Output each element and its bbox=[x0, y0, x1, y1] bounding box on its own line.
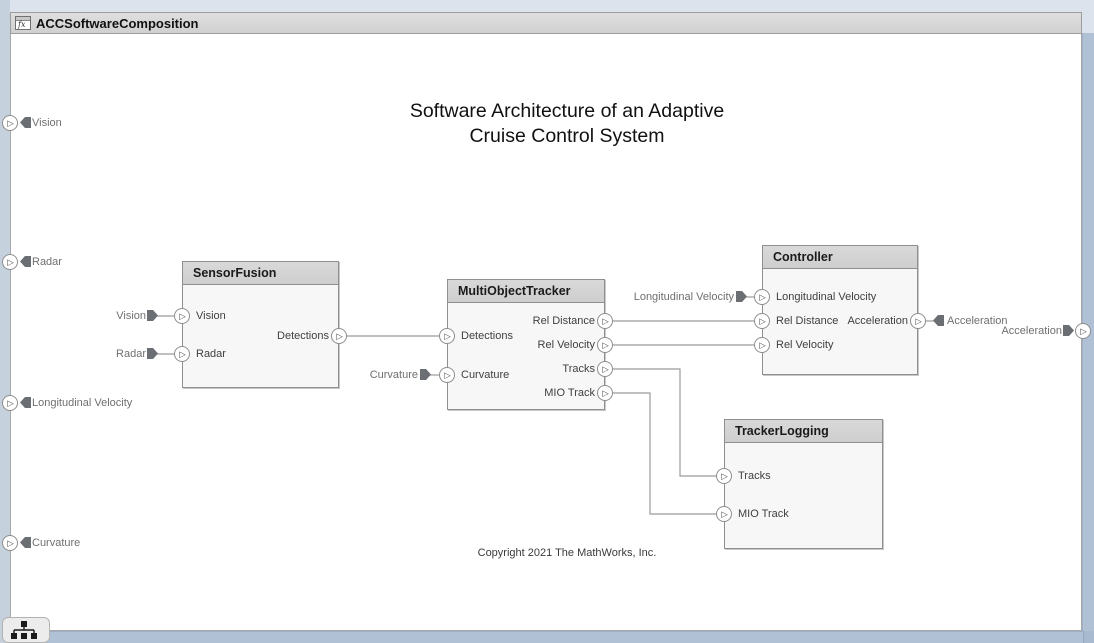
sensorfusion-radar-source-label: Radar bbox=[56, 347, 146, 361]
boundary-port-radar-label: Radar bbox=[32, 255, 62, 269]
multiobjecttracker-port-rel-distance[interactable] bbox=[597, 313, 613, 329]
controller-acceleration-sink-label: Acceleration bbox=[947, 314, 1008, 328]
connector-mio-track[interactable] bbox=[613, 393, 716, 514]
controller-port-longitudinal-velocity-label: Longitudinal Velocity bbox=[776, 290, 876, 304]
controller-port-rel-distance[interactable] bbox=[754, 313, 770, 329]
controller-longitudinal-velocity-source-label: Longitudinal Velocity bbox=[614, 290, 734, 304]
fx-window-icon bbox=[15, 16, 31, 30]
connector-tracks[interactable] bbox=[613, 369, 716, 476]
boundary-port-longitudinal-velocity[interactable] bbox=[2, 395, 18, 411]
multiobjecttracker-port-tracks-label: Tracks bbox=[475, 362, 595, 376]
hierarchy-tree-icon bbox=[10, 621, 38, 639]
controller-port-rel-velocity[interactable] bbox=[754, 337, 770, 353]
boundary-port-longitudinal-velocity-label: Longitudinal Velocity bbox=[32, 396, 132, 410]
window-title: ACCSoftwareComposition bbox=[36, 16, 199, 31]
trackerlogging-port-mio-track[interactable] bbox=[716, 506, 732, 522]
controller-port-rel-velocity-label: Rel Velocity bbox=[776, 338, 833, 352]
multiobjecttracker-port-mio-track[interactable] bbox=[597, 385, 613, 401]
window-titlebar: ACCSoftwareComposition bbox=[10, 12, 1082, 34]
trackerlogging-port-tracks-label: Tracks bbox=[738, 469, 771, 483]
boundary-port-vision-label: Vision bbox=[32, 116, 62, 130]
trackerlogging-port-mio-track-label: MIO Track bbox=[738, 507, 789, 521]
system-composer-canvas: ACCSoftwareComposition Software Architec… bbox=[0, 0, 1094, 643]
controller-port-longitudinal-velocity[interactable] bbox=[754, 289, 770, 305]
multiobjecttracker-port-mio-track-label: MIO Track bbox=[475, 386, 595, 400]
multiobjecttracker-curvature-source-label: Curvature bbox=[328, 368, 418, 382]
multiobjecttracker-port-detections[interactable] bbox=[439, 328, 455, 344]
boundary-port-vision[interactable] bbox=[2, 115, 18, 131]
controller-port-acceleration[interactable] bbox=[910, 313, 926, 329]
multiobjecttracker-port-rel-velocity-label: Rel Velocity bbox=[475, 338, 595, 352]
sensorfusion-port-radar-label: Radar bbox=[196, 347, 226, 361]
hierarchy-badge-button[interactable] bbox=[2, 617, 50, 643]
sensorfusion-port-vision[interactable] bbox=[174, 308, 190, 324]
sensorfusion-port-radar[interactable] bbox=[174, 346, 190, 362]
trackerlogging-port-tracks[interactable] bbox=[716, 468, 732, 484]
multiobjecttracker-port-rel-velocity[interactable] bbox=[597, 337, 613, 353]
boundary-port-radar[interactable] bbox=[2, 254, 18, 270]
multiobjecttracker-port-curvature[interactable] bbox=[439, 367, 455, 383]
sensorfusion-port-detections-label: Detections bbox=[209, 329, 329, 343]
boundary-port-curvature-label: Curvature bbox=[32, 536, 80, 550]
boundary-port-acceleration[interactable] bbox=[1075, 323, 1091, 339]
multiobjecttracker-port-rel-distance-label: Rel Distance bbox=[475, 314, 595, 328]
sensorfusion-vision-source-label: Vision bbox=[56, 309, 146, 323]
multiobjecttracker-port-tracks[interactable] bbox=[597, 361, 613, 377]
sensorfusion-port-detections[interactable] bbox=[331, 328, 347, 344]
controller-port-acceleration-label: Acceleration bbox=[788, 314, 908, 328]
sensorfusion-port-vision-label: Vision bbox=[196, 309, 226, 323]
boundary-port-curvature[interactable] bbox=[2, 535, 18, 551]
